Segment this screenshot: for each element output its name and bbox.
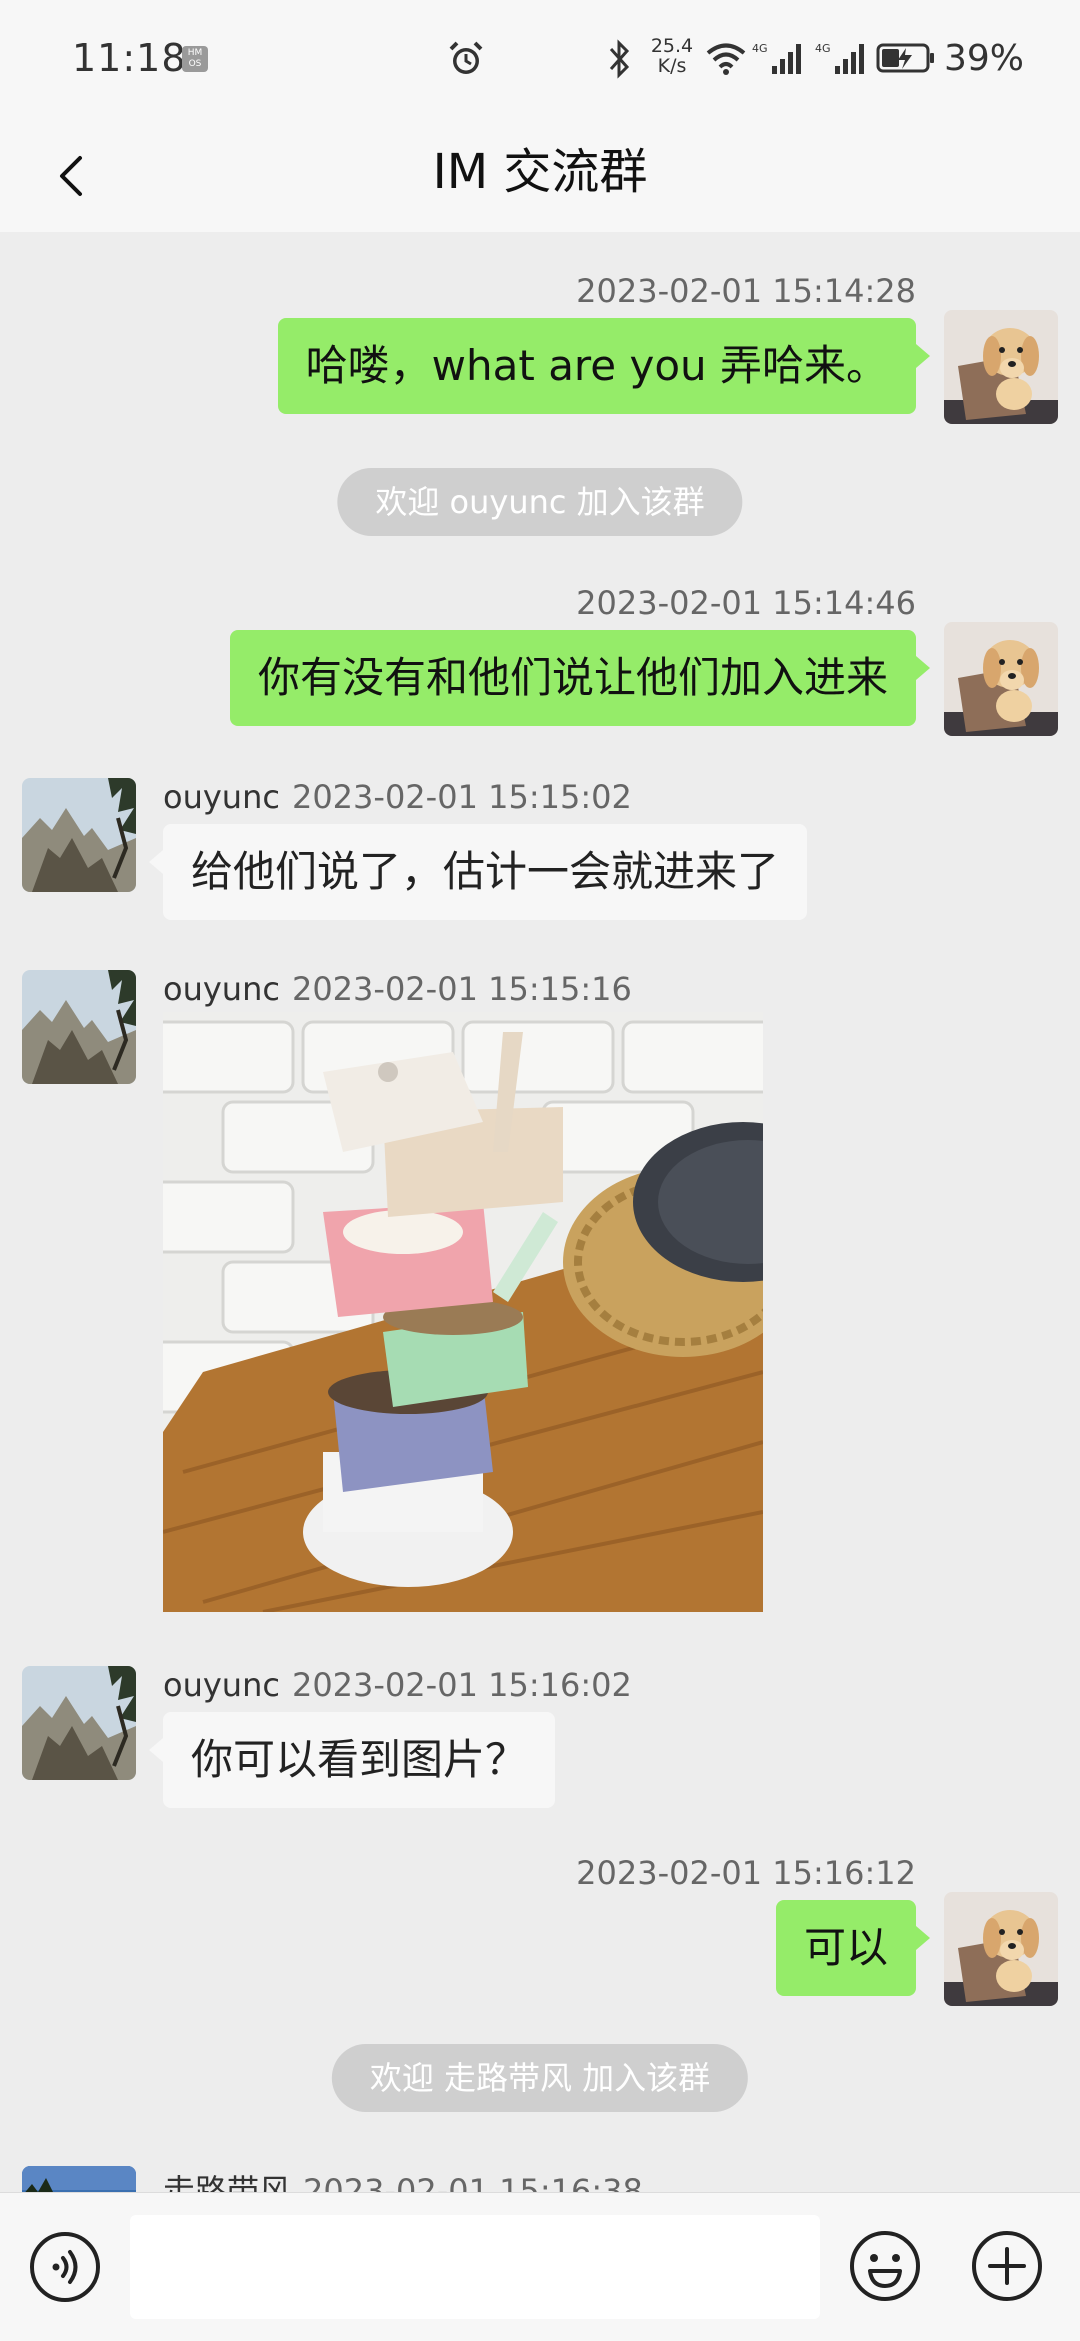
message-item: 2023-02-01 15:16:12 可以 (0, 1854, 1080, 2014)
mountain-avatar-image (22, 1666, 136, 1780)
signal1-label: 4G (752, 42, 768, 55)
message-bubble[interactable]: 给他们说了，估计一会就进来了 (148, 824, 808, 920)
avatar[interactable] (22, 2166, 136, 2192)
net-speed-unit: K/s (657, 55, 687, 77)
battery-percent: 39% (944, 38, 1025, 79)
message-meta: ouyunc 2023-02-01 15:15:16 (163, 970, 632, 1008)
sender-name: ouyunc (163, 1666, 280, 1704)
system-notice: 欢迎 走路带风 加入该群 (0, 2044, 1080, 2114)
avatar[interactable] (22, 778, 136, 892)
input-bar (0, 2192, 1080, 2341)
message-item: ouyunc 2023-02-01 15:15:02 给他们说了，估计一会就进来了 (0, 778, 1080, 928)
system-notice-text: 欢迎 走路带风 加入该群 (331, 2044, 749, 2112)
signal2-label: 4G (815, 42, 831, 55)
status-bar: 11:18 HM OS 25.4 K/s 4G 4G 39% (0, 0, 1080, 120)
message-time: 2023-02-01 15:16:38 (303, 2172, 643, 2192)
avatar[interactable] (944, 1892, 1058, 2006)
message-item: ouyunc 2023-02-01 15:16:02 你可以看到图片？ (0, 1666, 1080, 1816)
battery-charging-icon (876, 43, 934, 73)
voice-icon (30, 2232, 100, 2302)
message-item: ouyunc 2023-02-01 15:15:16 (0, 970, 1080, 1630)
message-time: 2023-02-01 15:16:02 (291, 1666, 632, 1704)
avatar[interactable] (22, 1666, 136, 1780)
message-time: 2023-02-01 15:14:46 (576, 584, 916, 622)
system-notice-text: 欢迎 ouyunc 加入该群 (337, 468, 743, 536)
message-meta: ouyunc 2023-02-01 15:15:02 (163, 778, 632, 816)
network-speed: 25.4 K/s (648, 36, 696, 76)
message-meta: ouyunc 2023-02-01 15:16:02 (163, 1666, 632, 1704)
signal-icon: 4G (752, 42, 801, 74)
alarm-icon (449, 41, 483, 74)
spice-jars-photo (163, 1012, 763, 1612)
message-time: 2023-02-01 15:14:28 (576, 272, 916, 310)
emoji-icon (850, 2231, 920, 2301)
status-time: 11:18 (72, 36, 187, 80)
message-time: 2023-02-01 15:15:16 (291, 970, 632, 1008)
page-title: IM 交流群 (432, 144, 648, 200)
avatar[interactable] (22, 970, 136, 1084)
dog-avatar-image (944, 622, 1058, 736)
message-item: 走路带风 2023-02-01 15:16:38 (0, 2166, 1080, 2192)
sender-name: ouyunc (163, 778, 280, 816)
mountain-avatar-image (22, 970, 136, 1084)
emoji-button[interactable] (848, 2229, 922, 2303)
message-time: 2023-02-01 15:15:02 (291, 778, 632, 816)
message-bubble[interactable]: 你可以看到图片？ (148, 1712, 556, 1808)
dog-avatar-image (944, 1892, 1058, 2006)
landscape-avatar-image (22, 2166, 136, 2192)
avatar[interactable] (944, 310, 1058, 424)
signal-icon: 4G (815, 42, 864, 74)
sender-name: ouyunc (163, 970, 280, 1008)
message-bubble[interactable]: 你有没有和他们说让他们加入进来 (229, 630, 931, 726)
bluetooth-icon (609, 39, 630, 79)
net-speed-value: 25.4 (650, 35, 694, 57)
message-meta: 走路带风 2023-02-01 15:16:38 (163, 2166, 643, 2192)
message-item: 2023-02-01 15:14:46 你有没有和他们说让他们加入进来 (0, 584, 1080, 744)
message-list[interactable]: 2023-02-01 15:14:28 哈喽，what are you 弄哈来。… (0, 232, 1080, 2192)
os-badge: HM OS (182, 46, 208, 72)
avatar[interactable] (944, 622, 1058, 736)
mountain-avatar-image (22, 778, 136, 892)
message-time: 2023-02-01 15:16:12 (576, 1854, 916, 1892)
message-bubble[interactable]: 可以 (775, 1900, 931, 1996)
plus-icon (972, 2231, 1042, 2301)
message-input[interactable] (130, 2215, 820, 2319)
message-bubble[interactable]: 哈喽，what are you 弄哈来。 (277, 318, 931, 414)
chat-header: IM 交流群 (0, 120, 1080, 232)
message-item: 2023-02-01 15:14:28 哈喽，what are you 弄哈来。 (0, 272, 1080, 432)
system-notice: 欢迎 ouyunc 加入该群 (0, 468, 1080, 538)
wifi-icon (706, 43, 746, 75)
dog-avatar-image (944, 310, 1058, 424)
voice-button[interactable] (28, 2230, 102, 2304)
image-message[interactable] (163, 1012, 763, 1612)
more-button[interactable] (970, 2229, 1044, 2303)
sender-name: 走路带风 (163, 2172, 292, 2192)
